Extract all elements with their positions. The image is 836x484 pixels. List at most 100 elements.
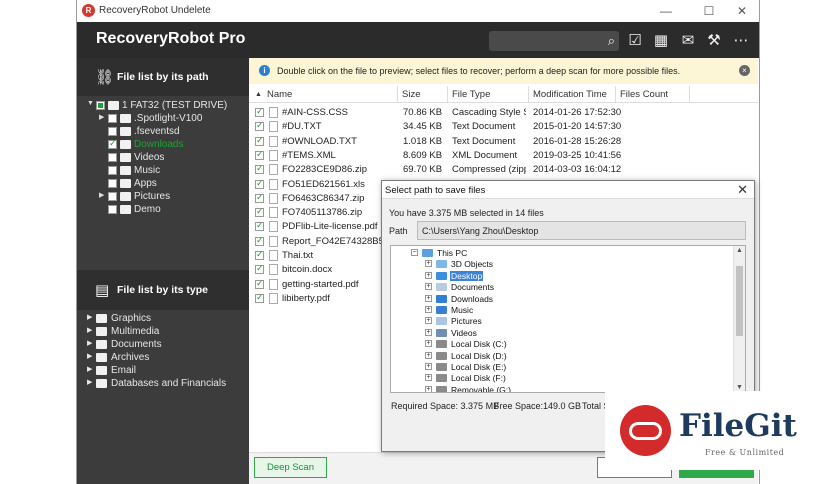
close-button[interactable]: ✕ <box>727 2 757 20</box>
file-checkbox[interactable] <box>255 235 264 246</box>
column-size[interactable]: Size <box>402 89 420 100</box>
column-count[interactable]: Files Count <box>620 89 668 100</box>
column-divider[interactable] <box>447 86 448 103</box>
tree-item[interactable]: Music <box>99 165 249 178</box>
type-item[interactable]: ▶ Email <box>87 365 242 378</box>
scroll-up-icon[interactable]: ▲ <box>736 247 743 254</box>
file-row[interactable]: #TEMS.XML 8.609 KB XML Document 2019-03-25 … <box>249 149 758 163</box>
file-checkbox[interactable] <box>255 120 264 132</box>
expand-toggle[interactable]: + <box>425 374 432 382</box>
file-checkbox[interactable] <box>255 192 264 203</box>
tree-checkbox[interactable] <box>108 138 117 149</box>
tree-checkbox[interactable] <box>108 166 117 175</box>
expand-toggle[interactable]: + <box>425 260 432 268</box>
type-item[interactable]: ▶ Graphics <box>87 313 242 326</box>
tree-item[interactable]: Videos <box>99 152 249 165</box>
column-divider[interactable] <box>528 86 529 103</box>
expand-toggle[interactable]: + <box>425 283 432 291</box>
expand-toggle[interactable]: + <box>425 306 432 313</box>
expand-toggle[interactable]: − <box>411 249 418 256</box>
expand-toggle[interactable]: + <box>425 363 432 370</box>
expand-arrow-icon[interactable]: ▶ <box>87 352 92 360</box>
expand-arrow-icon[interactable]: ▶ <box>87 378 92 386</box>
tree-checkbox[interactable] <box>108 192 117 201</box>
expand-toggle[interactable]: + <box>425 351 432 359</box>
folder-tree-item[interactable]: − This PC <box>391 248 721 259</box>
select-all-icon[interactable]: ☑ <box>625 31 645 51</box>
expand-toggle[interactable]: + <box>425 340 432 348</box>
file-row[interactable]: #DU.TXT 34.45 KB Text Document 2015-01-20 1… <box>249 120 758 134</box>
folder-tree-item[interactable]: + Music <box>391 305 721 316</box>
tools-icon[interactable]: ⚒ <box>704 31 724 51</box>
folder-tree-item[interactable]: + Desktop <box>391 270 721 282</box>
dialog-close-button[interactable]: ✕ <box>737 182 748 198</box>
tree-item[interactable]: ▼ 1 FAT32 (TEST DRIVE) <box>87 100 237 113</box>
maximize-button[interactable]: ☐ <box>694 2 724 20</box>
tree-item[interactable]: ▶ Pictures <box>99 191 249 204</box>
folder-tree-item[interactable]: + Pictures <box>391 316 721 327</box>
expand-toggle[interactable]: + <box>425 271 432 279</box>
file-checkbox[interactable] <box>255 292 264 303</box>
expand-arrow-icon[interactable]: ▼ <box>87 100 94 107</box>
search-icon[interactable]: ⌕ <box>608 33 615 49</box>
file-checkbox[interactable] <box>255 163 264 175</box>
scroll-thumb[interactable] <box>736 266 743 336</box>
deep-scan-button[interactable]: Deep Scan <box>254 457 327 478</box>
tree-checkbox[interactable] <box>96 101 105 110</box>
feedback-icon[interactable]: ✉ <box>678 31 698 51</box>
expand-arrow-icon[interactable]: ▶ <box>87 313 92 321</box>
folder-tree-scrollbar[interactable]: ▲ ▼ <box>733 246 745 392</box>
scroll-down-icon[interactable]: ▼ <box>736 384 743 391</box>
type-section-header[interactable]: ▤ File list by its type <box>77 270 249 310</box>
folder-tree-item[interactable]: + Downloads <box>391 294 721 305</box>
column-type[interactable]: File Type <box>452 89 490 100</box>
tree-checkbox[interactable] <box>108 127 117 136</box>
minimize-button[interactable]: — <box>651 2 681 20</box>
tree-checkbox[interactable] <box>108 179 117 188</box>
folder-tree-item[interactable]: + Videos <box>391 328 721 339</box>
search-input[interactable]: ⌕ <box>489 31 619 51</box>
sort-up-icon[interactable]: ▲ <box>255 91 262 98</box>
path-field[interactable]: C:\Users\Yang Zhou\Desktop <box>417 221 746 240</box>
expand-toggle[interactable]: + <box>425 317 432 325</box>
file-checkbox[interactable] <box>255 220 264 232</box>
file-checkbox[interactable] <box>255 278 264 289</box>
dismiss-icon[interactable]: × <box>739 65 750 76</box>
expand-arrow-icon[interactable]: ▶ <box>87 339 92 347</box>
tree-checkbox[interactable] <box>108 114 117 123</box>
tree-item[interactable]: Apps <box>99 178 249 191</box>
type-item[interactable]: ▶ Documents <box>87 339 242 352</box>
folder-tree-item[interactable]: + Local Disk (F:) <box>391 373 721 384</box>
type-item[interactable]: ▶ Multimedia <box>87 326 242 339</box>
column-divider[interactable] <box>397 86 398 103</box>
type-item[interactable]: ▶ Archives <box>87 352 242 365</box>
expand-toggle[interactable]: + <box>425 385 432 392</box>
file-row[interactable]: #AIN-CSS.CSS 70.86 KB Cascading Style Sh..… <box>249 106 758 120</box>
type-item[interactable]: ▶ Databases and Financials <box>87 378 242 391</box>
tree-checkbox[interactable] <box>108 153 117 162</box>
path-section-header[interactable]: ⛓ File list by its path <box>77 58 249 96</box>
folder-tree-item[interactable]: + Local Disk (D:) <box>391 351 721 362</box>
folder-tree-item[interactable]: + Local Disk (C:) <box>391 339 721 350</box>
folder-tree-item[interactable]: +3D Objects <box>391 259 721 270</box>
tree-item[interactable]: Downloads <box>99 138 249 152</box>
file-checkbox[interactable] <box>255 263 264 275</box>
folder-tree-item[interactable]: + Local Disk (E:) <box>391 362 721 373</box>
tree-checkbox[interactable] <box>108 205 117 214</box>
expand-toggle[interactable]: + <box>425 294 432 302</box>
expand-arrow-icon[interactable]: ▶ <box>99 113 104 121</box>
file-checkbox[interactable] <box>255 249 264 260</box>
file-checkbox[interactable] <box>255 149 264 160</box>
tree-item[interactable]: .fseventsd <box>99 126 249 139</box>
column-name[interactable]: Name <box>267 89 292 100</box>
file-checkbox[interactable] <box>255 135 264 146</box>
expand-toggle[interactable]: + <box>425 328 432 336</box>
column-divider[interactable] <box>689 86 690 103</box>
grid-view-icon[interactable]: ▦ <box>651 31 671 51</box>
folder-tree-item[interactable]: + Documents <box>391 282 721 293</box>
tree-item[interactable]: ▶ .Spotlight-V100 <box>99 113 249 126</box>
expand-arrow-icon[interactable]: ▶ <box>87 365 92 373</box>
expand-arrow-icon[interactable]: ▶ <box>87 326 92 334</box>
column-divider[interactable] <box>615 86 616 103</box>
column-time[interactable]: Modification Time <box>533 89 607 100</box>
